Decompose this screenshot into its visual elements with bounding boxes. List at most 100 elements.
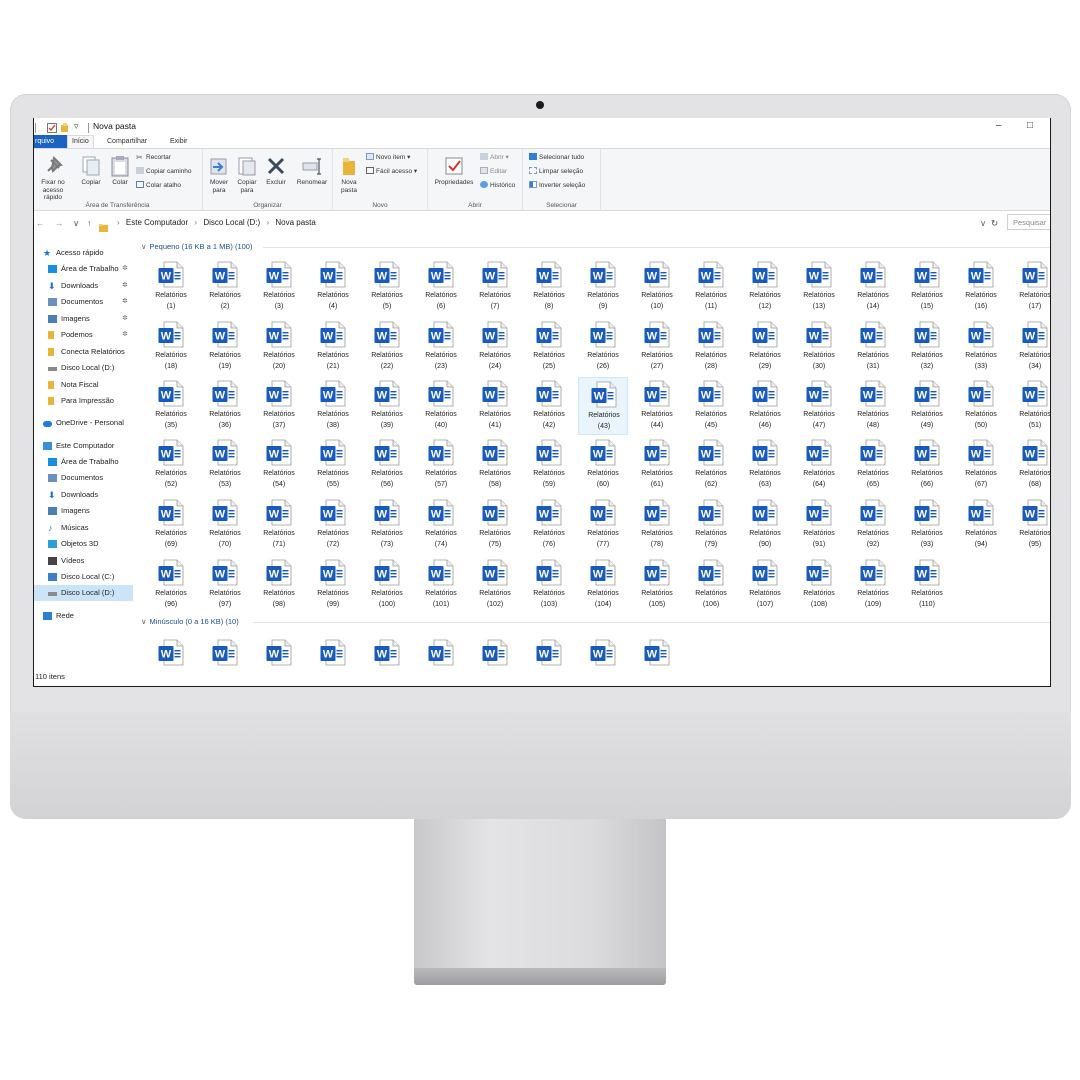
file-item[interactable]: W Relatórios (75) <box>470 496 520 554</box>
file-item[interactable]: W Relatórios (101) <box>416 556 466 614</box>
new-folder-quick-icon[interactable] <box>60 120 70 132</box>
nav-item[interactable]: Disco Local (D:) <box>33 585 133 601</box>
copy-path-button[interactable]: Copiar caminho <box>136 167 192 176</box>
nav-item[interactable]: Vídeos <box>33 553 133 569</box>
file-item[interactable]: W Relatórios (97) <box>200 556 250 614</box>
nav-item[interactable]: Disco Local (D:) <box>33 360 133 376</box>
history-button[interactable]: Histórico <box>480 181 515 190</box>
file-item[interactable]: W Relatórios (28) <box>686 318 736 376</box>
file-item[interactable]: W Relatórios (100) <box>362 556 412 614</box>
file-item[interactable]: W Relatórios (2) <box>200 258 250 316</box>
file-item[interactable]: W Relatórios (33) <box>956 318 1006 376</box>
group-header-tiny[interactable]: ∨ Minúsculo (0 a 16 KB) (10) <box>141 616 239 628</box>
file-item[interactable]: W Relatórios (104) <box>578 556 628 614</box>
file-item[interactable]: W <box>470 636 520 685</box>
file-item[interactable]: W Relatórios (67) <box>956 436 1006 494</box>
file-item[interactable]: W Relatórios (76) <box>524 496 574 554</box>
file-item[interactable]: W Relatórios (79) <box>686 496 736 554</box>
nav-item[interactable]: Imagens <box>33 503 133 519</box>
file-item[interactable]: W Relatórios (56) <box>362 436 412 494</box>
properties-check-icon[interactable] <box>47 120 57 133</box>
file-item[interactable]: W Relatórios (40) <box>416 377 466 435</box>
address-dropdown-button[interactable]: ∨ <box>980 217 986 229</box>
file-item[interactable]: W Relatórios (106) <box>686 556 736 614</box>
search-input[interactable]: Pesquisar <box>1007 214 1051 230</box>
file-item[interactable]: W Relatórios (44) <box>632 377 682 435</box>
file-item[interactable]: W Relatórios (103) <box>524 556 574 614</box>
breadcrumb-this-pc[interactable]: Este Computador <box>126 218 188 227</box>
file-item[interactable]: W Relatórios (43) <box>578 377 628 435</box>
file-item[interactable]: W Relatórios (30) <box>794 318 844 376</box>
new-folder-button[interactable]: Nova pasta <box>336 155 362 194</box>
file-item[interactable]: W Relatórios (34) <box>1010 318 1051 376</box>
file-item[interactable]: W Relatórios (102) <box>470 556 520 614</box>
quick-access-dropdown-icon[interactable]: ▿ <box>74 120 79 132</box>
file-item[interactable]: W Relatórios (11) <box>686 258 736 316</box>
nav-item[interactable]: Podemos ✲ <box>33 327 133 343</box>
nav-item[interactable]: Imagens ✲ <box>33 311 133 327</box>
file-item[interactable]: W Relatórios (50) <box>956 377 1006 435</box>
file-item[interactable]: W <box>362 636 412 685</box>
file-item[interactable]: W Relatórios (37) <box>254 377 304 435</box>
file-item[interactable]: W Relatórios (22) <box>362 318 412 376</box>
file-item[interactable]: W Relatórios (110) <box>902 556 952 614</box>
file-item[interactable]: W Relatórios (64) <box>794 436 844 494</box>
maximize-button[interactable]: □ <box>1027 119 1033 133</box>
file-item[interactable]: W Relatórios (99) <box>308 556 358 614</box>
file-item[interactable]: W <box>578 636 628 685</box>
file-item[interactable]: W Relatórios (58) <box>470 436 520 494</box>
edit-button[interactable]: Editar <box>480 167 507 176</box>
forward-button[interactable]: → <box>55 218 64 229</box>
file-item[interactable]: W Relatórios (17) <box>1010 258 1051 316</box>
file-item[interactable]: W Relatórios (55) <box>308 436 358 494</box>
file-item[interactable]: W Relatórios (20) <box>254 318 304 376</box>
file-item[interactable]: W <box>146 636 196 685</box>
file-item[interactable]: W Relatórios (109) <box>848 556 898 614</box>
nav-item[interactable]: ♪ Músicas <box>33 520 133 536</box>
open-button[interactable]: Abrir ▾ <box>480 153 509 162</box>
pin-quick-access-button[interactable]: Fixar no acesso rápido <box>35 155 71 202</box>
up-button[interactable]: ↑ <box>87 218 91 229</box>
refresh-button[interactable]: ↻ <box>991 217 998 229</box>
file-item[interactable]: W Relatórios (47) <box>794 377 844 435</box>
file-item[interactable]: W Relatórios (78) <box>632 496 682 554</box>
nav-item[interactable]: Área de Trabalho <box>33 454 133 470</box>
file-item[interactable]: W Relatórios (24) <box>470 318 520 376</box>
tab-share[interactable]: Compartilhar <box>103 135 151 148</box>
file-item[interactable]: W Relatórios (90) <box>740 496 790 554</box>
group-header-small[interactable]: ∨ Pequeno (16 KB a 1 MB) (100) <box>141 241 252 253</box>
file-item[interactable]: W Relatórios (108) <box>794 556 844 614</box>
nav-item[interactable]: Documentos ✲ <box>33 294 133 310</box>
file-item[interactable]: W Relatórios (73) <box>362 496 412 554</box>
file-item[interactable]: W <box>416 636 466 685</box>
nav-item[interactable]: Este Computador <box>33 438 133 454</box>
file-item[interactable]: W Relatórios (14) <box>848 258 898 316</box>
file-item[interactable]: W Relatórios (65) <box>848 436 898 494</box>
file-item[interactable]: W Relatórios (9) <box>578 258 628 316</box>
recent-locations-button[interactable]: ∨ <box>73 218 79 229</box>
file-item[interactable]: W Relatórios (42) <box>524 377 574 435</box>
nav-item[interactable]: Objetos 3D <box>33 536 133 552</box>
file-item[interactable]: W <box>254 636 304 685</box>
file-item[interactable]: W Relatórios (4) <box>308 258 358 316</box>
file-item[interactable]: W Relatórios (51) <box>1010 377 1051 435</box>
file-item[interactable]: W Relatórios (53) <box>200 436 250 494</box>
breadcrumb-current-folder[interactable]: Nova pasta <box>275 218 315 227</box>
file-item[interactable]: W Relatórios (93) <box>902 496 952 554</box>
file-item[interactable]: W Relatórios (77) <box>578 496 628 554</box>
invert-selection-button[interactable]: Inverter seleção <box>529 181 585 190</box>
copy-button[interactable]: Copiar <box>76 155 106 187</box>
file-item[interactable]: W Relatórios (35) <box>146 377 196 435</box>
nav-item[interactable]: ★ Acesso rápido <box>33 245 133 261</box>
file-item[interactable]: W <box>308 636 358 685</box>
file-item[interactable]: W Relatórios (72) <box>308 496 358 554</box>
file-item[interactable]: W Relatórios (26) <box>578 318 628 376</box>
file-item[interactable]: W Relatórios (27) <box>632 318 682 376</box>
easy-access-button[interactable]: Fácil acesso ▾ <box>366 167 417 176</box>
file-item[interactable]: W Relatórios (15) <box>902 258 952 316</box>
rename-button[interactable]: Renomear <box>294 155 330 187</box>
nav-item[interactable]: Conecta Relatórios <box>33 344 133 360</box>
file-item[interactable]: W <box>632 636 682 685</box>
nav-item[interactable]: Rede <box>33 608 133 624</box>
file-item[interactable]: W Relatórios (59) <box>524 436 574 494</box>
